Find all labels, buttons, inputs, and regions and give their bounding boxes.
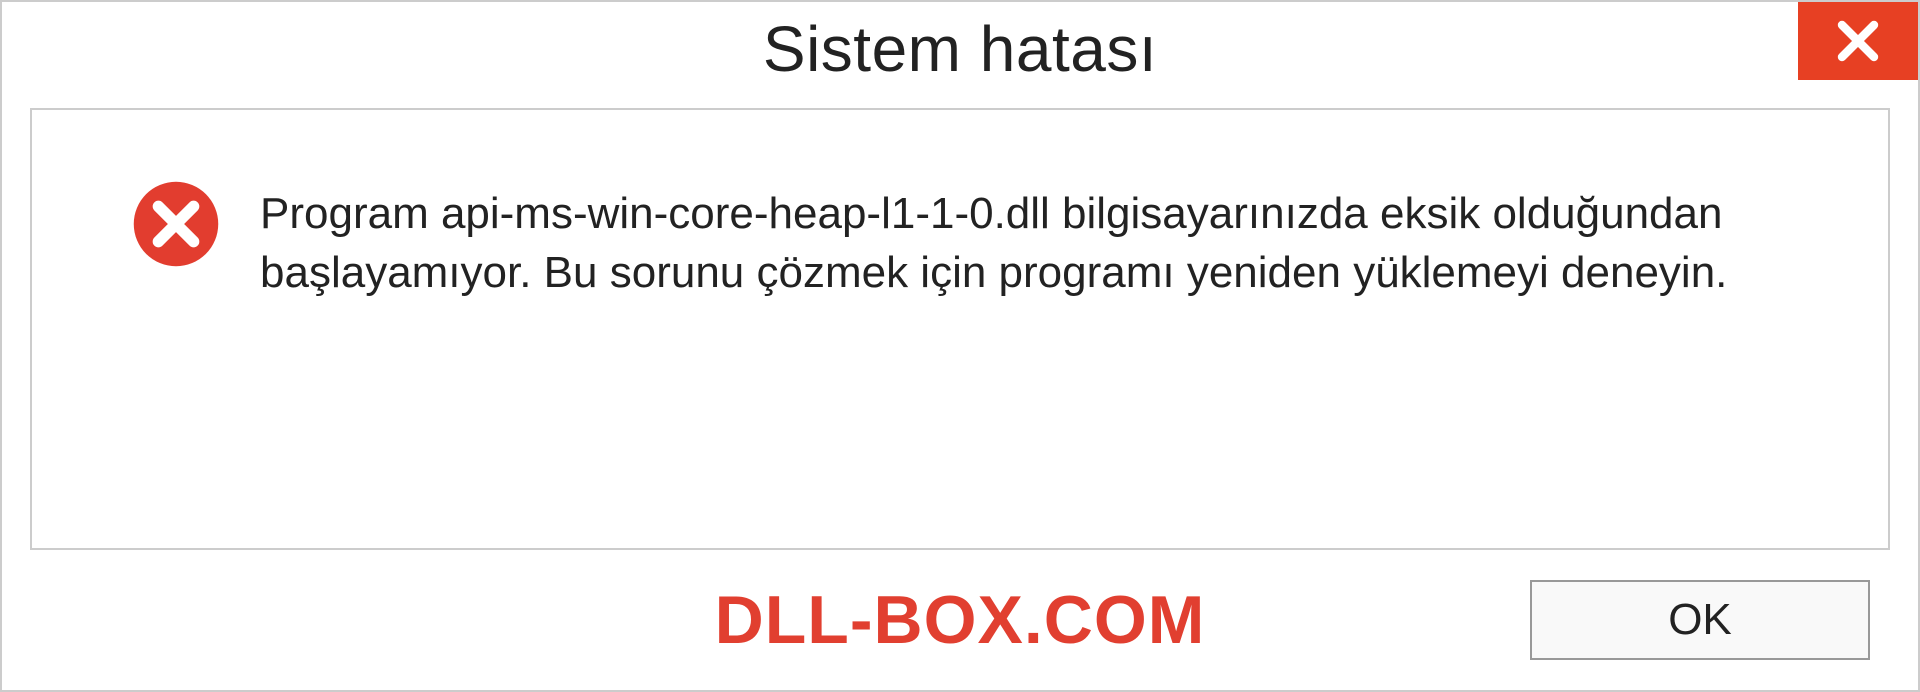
- close-icon: [1834, 17, 1882, 65]
- titlebar: Sistem hatası: [2, 2, 1918, 108]
- close-button[interactable]: [1798, 2, 1918, 80]
- error-icon: [132, 180, 220, 268]
- button-bar: DLL-BOX.COM OK: [2, 550, 1918, 690]
- watermark-text: DLL-BOX.COM: [715, 581, 1206, 659]
- ok-button[interactable]: OK: [1530, 580, 1870, 660]
- dialog-title: Sistem hatası: [763, 12, 1157, 86]
- error-message: Program api-ms-win-core-heap-l1-1-0.dll …: [260, 180, 1828, 303]
- message-panel: Program api-ms-win-core-heap-l1-1-0.dll …: [30, 108, 1890, 550]
